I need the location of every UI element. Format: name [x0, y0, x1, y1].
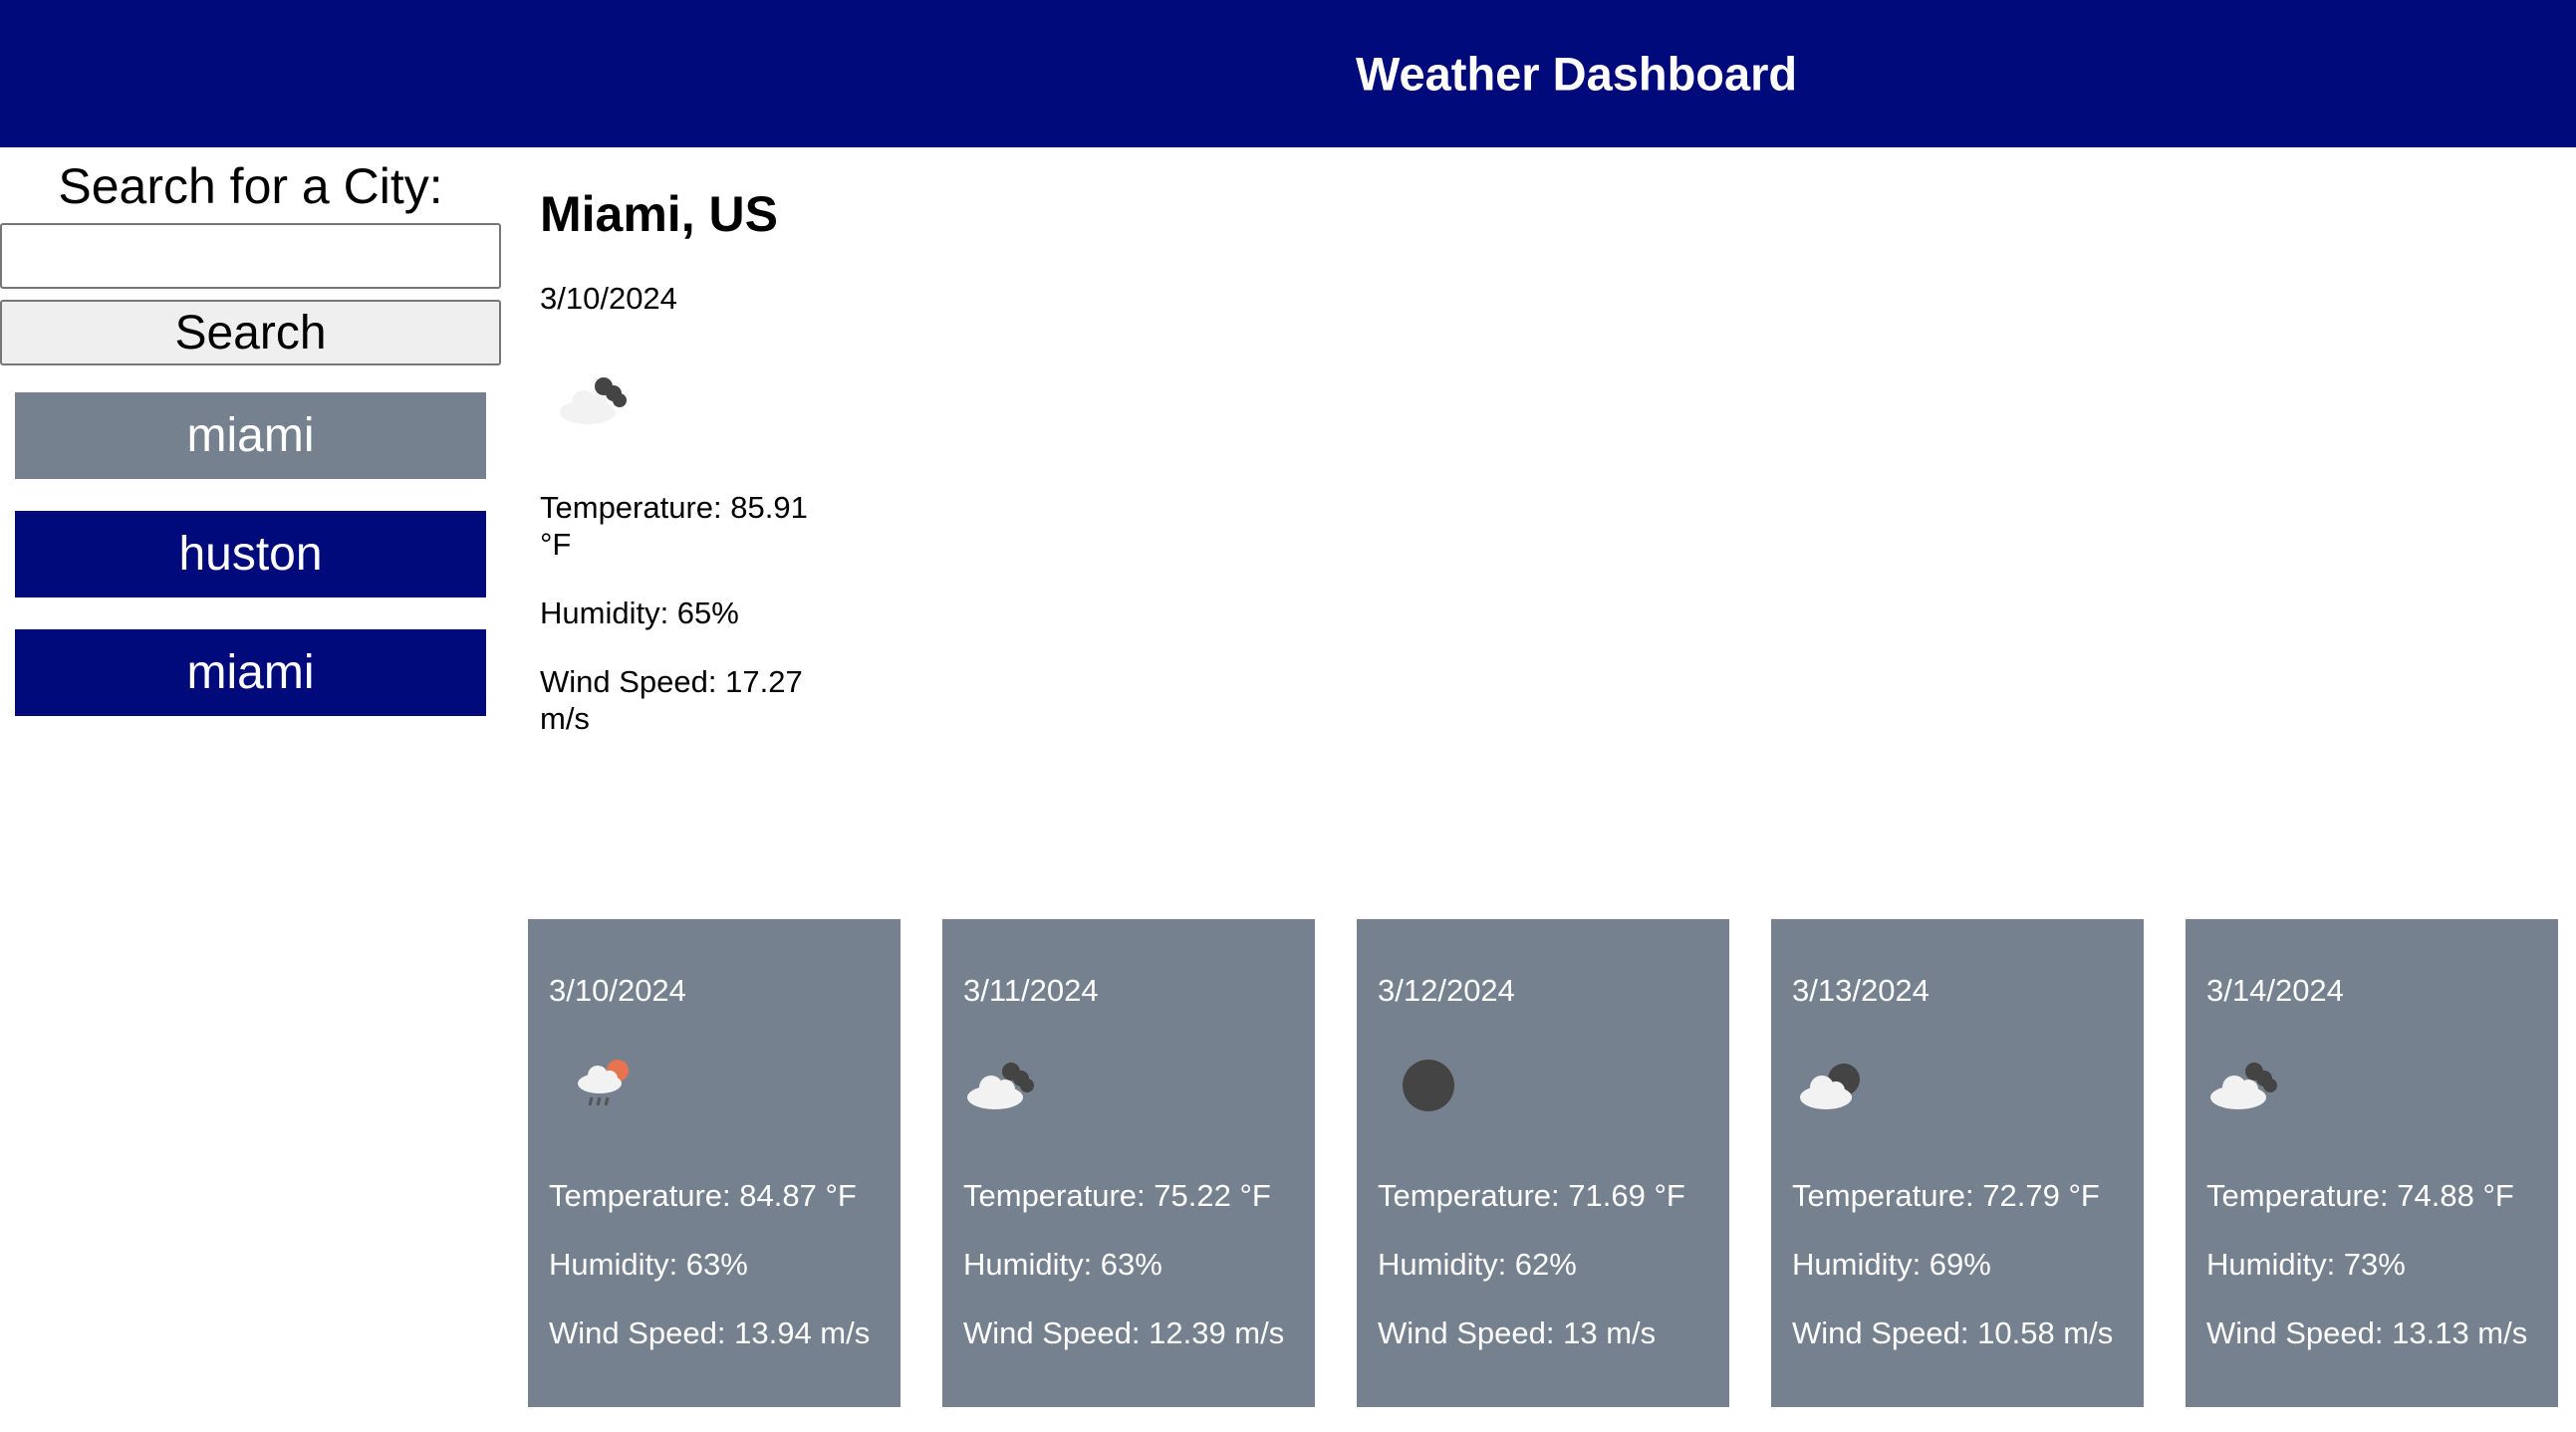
search-button[interactable]: Search [0, 300, 501, 365]
current-temperature: Temperature: 85.91 °F [540, 490, 808, 562]
search-input[interactable] [0, 223, 501, 289]
forecast-card: 3/12/2024 Temperature: 71.69 °F Humidity… [1357, 919, 1729, 1407]
forecast-date: 3/10/2024 [549, 973, 686, 1008]
rain-sun-icon [578, 1060, 629, 1106]
forecast-wind-speed: Wind Speed: 13 m/s [1378, 1315, 1657, 1350]
forecast-date: 3/12/2024 [1378, 973, 1515, 1008]
forecast-card: 3/13/2024 Temperature: 72.79 °F Humidity… [1771, 919, 2144, 1407]
forecast-card: 3/14/2024 Temperature: 74.88 °F Humidity… [2186, 919, 2558, 1407]
forecast-humidity: Humidity: 63% [549, 1247, 748, 1282]
clear-night-icon [1403, 1060, 1454, 1111]
forecast-wind-speed: Wind Speed: 10.58 m/s [1792, 1315, 2114, 1350]
forecast-card: 3/10/2024 Temperature: 84.87 °F Humidity… [528, 919, 901, 1407]
broken-clouds-icon [2210, 1063, 2277, 1109]
cloudy-night-icon [1800, 1064, 1860, 1109]
history-item-miami[interactable]: miami [15, 629, 486, 716]
forecast-temperature: Temperature: 71.69 °F [1378, 1178, 1685, 1213]
forecast-wind-speed: Wind Speed: 13.13 m/s [2206, 1315, 2528, 1350]
page-title: Weather Dashboard [1356, 47, 1798, 101]
forecast-humidity: Humidity: 73% [2206, 1247, 2406, 1282]
forecast-date: 3/13/2024 [1792, 973, 1930, 1008]
forecast-date: 3/14/2024 [2206, 973, 2344, 1008]
forecast-wind-speed: Wind Speed: 12.39 m/s [963, 1315, 1285, 1350]
current-city: Miami, US [540, 186, 778, 242]
broken-clouds-icon [560, 377, 627, 424]
current-date: 3/10/2024 [540, 281, 677, 316]
broken-clouds-icon [967, 1063, 1034, 1109]
forecast-temperature: Temperature: 84.87 °F [549, 1178, 857, 1213]
forecast-temperature: Temperature: 72.79 °F [1792, 1178, 2100, 1213]
history-item-miami[interactable]: miami [15, 392, 486, 479]
forecast-humidity: Humidity: 63% [963, 1247, 1162, 1282]
forecast-humidity: Humidity: 69% [1792, 1247, 1991, 1282]
history-item-huston[interactable]: huston [15, 511, 486, 597]
current-wind-speed: Wind Speed: 17.27 m/s [540, 664, 803, 736]
forecast-card: 3/11/2024 Temperature: 75.22 °F Humidity… [942, 919, 1315, 1407]
forecast-humidity: Humidity: 62% [1378, 1247, 1577, 1282]
current-humidity: Humidity: 65% [540, 596, 739, 630]
forecast-temperature: Temperature: 75.22 °F [963, 1178, 1271, 1213]
forecast-wind-speed: Wind Speed: 13.94 m/s [549, 1315, 871, 1350]
forecast-date: 3/11/2024 [963, 973, 1099, 1008]
search-label: Search for a City: [58, 158, 443, 214]
forecast-temperature: Temperature: 74.88 °F [2206, 1178, 2514, 1213]
page-header: Weather Dashboard [0, 0, 2576, 147]
